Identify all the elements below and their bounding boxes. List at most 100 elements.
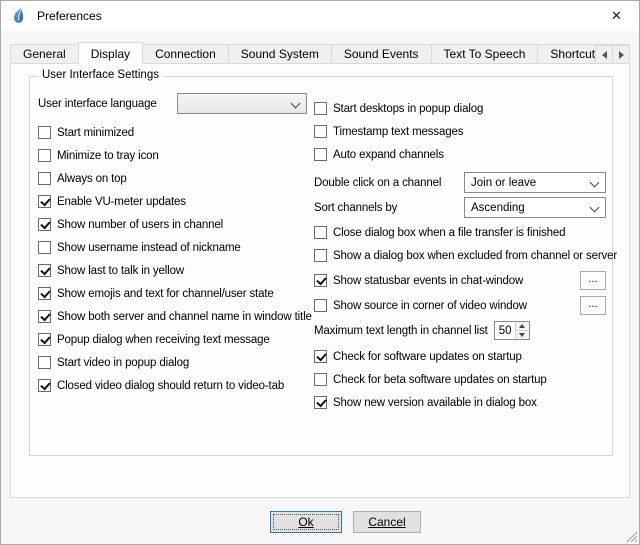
checkbox[interactable] [314,299,327,312]
checkbox[interactable] [38,149,51,162]
max-text-length-label: Maximum text length in channel list [314,325,488,337]
checkbox-row[interactable]: Timestamp text messages [314,124,606,139]
checkbox-label: Timestamp text messages [333,126,463,138]
checkbox[interactable] [38,241,51,254]
left-checkbox-list: Start minimized Minimize to tray icon Al… [38,125,314,393]
checkbox-label: Minimize to tray icon [57,150,159,162]
checkbox-row[interactable]: Start minimized [38,125,314,140]
sort-channels-value: Ascending [471,202,525,214]
checkbox[interactable] [38,218,51,231]
checkbox-label: Show number of users in channel [57,219,223,231]
chevron-down-icon [590,203,600,213]
checkbox-row[interactable]: Show a dialog box when excluded from cha… [314,248,606,263]
tab-sound-system[interactable]: Sound System [228,44,332,63]
checkbox-row[interactable]: Check for beta software updates on start… [314,372,606,387]
checkbox[interactable] [314,274,327,287]
checkbox[interactable] [38,356,51,369]
checkbox-row[interactable]: Always on top [38,171,314,186]
checkbox[interactable] [38,126,51,139]
video-source-more-button[interactable]: ... [580,296,606,315]
checkbox-row[interactable]: Popup dialog when receiving text message [38,332,314,347]
checkbox-label: Auto expand channels [333,149,444,161]
checkbox[interactable] [314,350,327,363]
checkbox-label: Popup dialog when receiving text message [57,334,270,346]
tab-scroll-left-button[interactable] [595,45,613,64]
checkbox-row[interactable]: Show emojis and text for channel/user st… [38,286,314,301]
sort-channels-row: Sort channels by Ascending [314,197,606,218]
ok-button[interactable]: Ok [270,511,342,533]
user-interface-settings-group: User Interface Settings User interface l… [29,76,613,456]
checkbox-label: Close dialog box when a file transfer is… [333,227,565,239]
tab-scroll-right-button[interactable] [612,45,630,64]
right-checkbox-list-bottom: Check for software updates on startup Ch… [314,349,606,410]
checkbox[interactable] [38,379,51,392]
checkbox[interactable] [38,264,51,277]
tab-scroll-control [595,45,630,64]
checkbox[interactable] [314,148,327,161]
checkbox-row[interactable]: Auto expand channels [314,147,606,162]
checkbox[interactable] [38,287,51,300]
checkbox[interactable] [314,125,327,138]
statusbar-events-row: Show statusbar events in chat-window ... [314,271,606,290]
max-text-length-spinner[interactable]: 50 [494,321,530,340]
checkbox[interactable] [314,249,327,262]
close-icon[interactable]: ✕ [594,1,639,30]
checkbox-row[interactable]: Show new version available in dialog box [314,395,606,410]
checkbox-row[interactable]: Show last to talk in yellow [38,263,314,278]
arrow-left-icon [602,51,607,59]
checkbox-label: Start minimized [57,127,134,139]
checkbox-row[interactable]: Minimize to tray icon [38,148,314,163]
sort-channels-dropdown[interactable]: Ascending [464,197,606,218]
checkbox-row[interactable]: Close dialog box when a file transfer is… [314,225,606,240]
right-column: Start desktops in popup dialog Timestamp… [314,101,606,418]
language-dropdown[interactable] [177,93,307,114]
preferences-dialog: Preferences ✕ General Display Connection… [0,0,640,545]
checkbox-label: Show username instead of nickname [57,242,241,254]
checkbox-label: Show a dialog box when excluded from cha… [333,250,617,262]
spin-down-button[interactable] [516,331,529,339]
checkbox[interactable] [314,226,327,239]
checkbox-row[interactable]: Start desktops in popup dialog [314,101,606,116]
checkbox[interactable] [314,396,327,409]
app-icon [10,7,28,25]
spin-up-button[interactable] [516,322,529,331]
tab-sound-events[interactable]: Sound Events [331,44,432,63]
checkbox-label: Show source in corner of video window [333,300,527,312]
tab-text-to-speech[interactable]: Text To Speech [431,44,539,63]
group-title: User Interface Settings [38,69,163,81]
ok-button-label: Ok [298,515,313,529]
statusbar-events-more-button[interactable]: ... [580,271,606,290]
checkbox-label: Show emojis and text for channel/user st… [57,288,274,300]
checkbox-row[interactable]: Enable VU-meter updates [38,194,314,209]
right-checkbox-list-top: Start desktops in popup dialog Timestamp… [314,101,606,162]
checkbox-label: Enable VU-meter updates [57,196,186,208]
checkbox-row[interactable]: Start video in popup dialog [38,355,314,370]
video-source-row: Show source in corner of video window ..… [314,296,606,315]
tab-general[interactable]: General [10,44,79,63]
tab-display[interactable]: Display [78,42,143,64]
checkbox[interactable] [314,373,327,386]
arrow-up-icon [519,324,525,328]
cancel-button[interactable]: Cancel [353,511,421,533]
double-click-dropdown[interactable]: Join or leave [464,172,606,193]
checkbox-label: Check for software updates on startup [333,351,522,363]
checkbox[interactable] [314,102,327,115]
resize-grip[interactable] [625,530,637,542]
checkbox-row[interactable]: Check for software updates on startup [314,349,606,364]
tab-connection[interactable]: Connection [142,44,229,63]
checkbox-row[interactable]: Show both server and channel name in win… [38,309,314,324]
checkbox[interactable] [38,333,51,346]
checkbox-row[interactable]: Closed video dialog should return to vid… [38,378,314,393]
checkbox[interactable] [38,195,51,208]
checkbox-label: Closed video dialog should return to vid… [57,380,284,392]
checkbox[interactable] [38,310,51,323]
language-label: User interface language [38,98,177,110]
checkbox-label: Always on top [57,173,127,185]
checkbox-row[interactable]: Show number of users in channel [38,217,314,232]
checkbox[interactable] [38,172,51,185]
checkbox-label: Show new version available in dialog box [333,397,537,409]
checkbox-row[interactable]: Show username instead of nickname [38,240,314,255]
double-click-label: Double click on a channel [314,177,464,189]
titlebar[interactable]: Preferences ✕ [1,1,639,31]
arrow-down-icon [519,333,525,337]
